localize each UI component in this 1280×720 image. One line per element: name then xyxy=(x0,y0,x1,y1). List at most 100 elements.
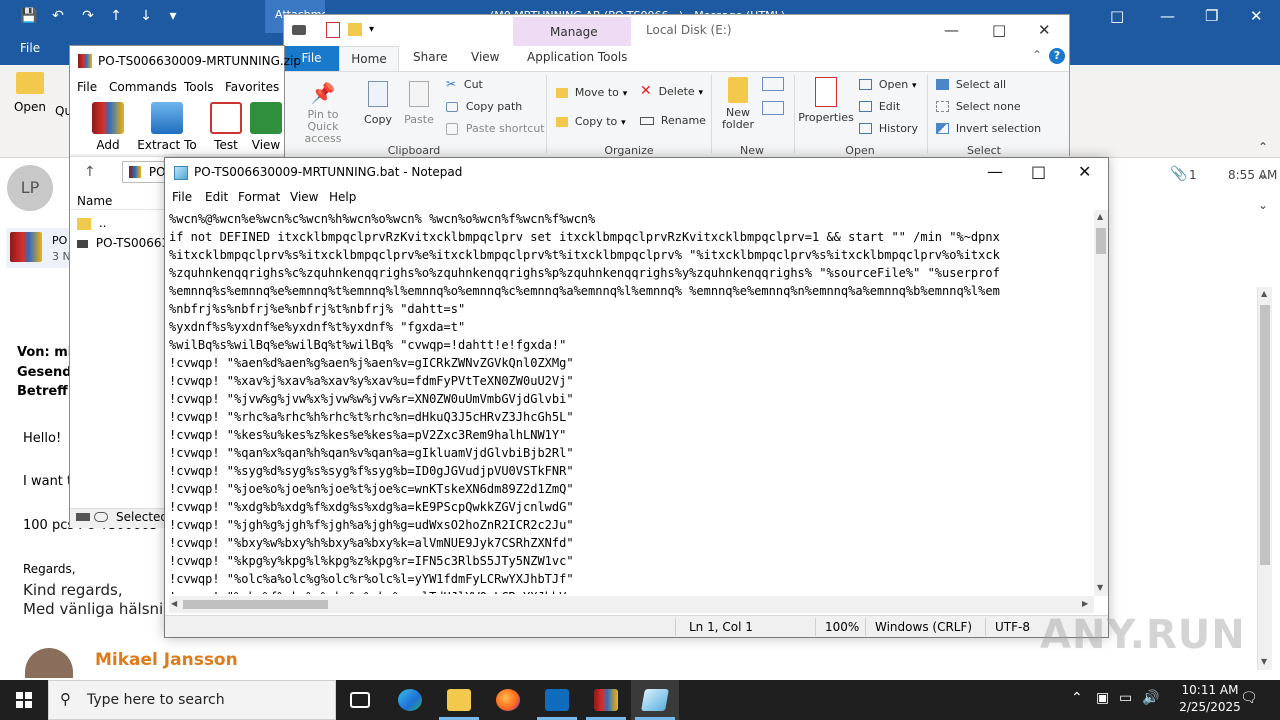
extract-to-button[interactable]: Extract To xyxy=(137,102,197,152)
new-item-icon[interactable] xyxy=(762,77,784,91)
menu-format[interactable]: Format xyxy=(238,190,280,204)
easy-access-icon[interactable] xyxy=(762,101,784,115)
scrollbar-thumb[interactable] xyxy=(1096,228,1106,254)
paste-button[interactable]: Paste xyxy=(402,81,436,126)
menu-file[interactable]: File xyxy=(172,190,192,204)
tab-share[interactable]: Share xyxy=(413,50,448,64)
redo-icon[interactable]: ↷ xyxy=(80,8,96,24)
maximize-icon[interactable]: □ xyxy=(992,21,1006,39)
close-icon[interactable]: ✕ xyxy=(1078,162,1091,181)
invert-selection-button[interactable]: Invert selection xyxy=(936,121,1041,135)
open-label: Open xyxy=(878,78,909,91)
task-view-button[interactable] xyxy=(336,680,384,720)
scroll-right-icon[interactable]: ▶ xyxy=(1082,599,1088,608)
minimize-icon[interactable]: — xyxy=(944,21,959,39)
taskbar-winrar[interactable] xyxy=(582,680,630,720)
notifications-icon[interactable]: 🗨 xyxy=(1240,690,1258,706)
copy-path-button[interactable]: Copy path xyxy=(446,99,522,113)
qat-dropdown-icon[interactable]: ▾ xyxy=(369,24,374,35)
column-header-name[interactable]: Name xyxy=(77,194,112,208)
new-folder-button[interactable]: New folder xyxy=(718,77,758,131)
menu-view[interactable]: View xyxy=(290,190,318,204)
device-icon[interactable]: ▣ xyxy=(1096,690,1109,706)
scroll-down-icon[interactable]: ▼ xyxy=(1261,657,1267,666)
up-arrow-icon[interactable]: ↑ xyxy=(108,8,124,24)
text-line: !cvwqp! "%joe%o%joe%n%joe%t%joe%c=wnKTsk… xyxy=(169,482,574,496)
close-icon[interactable]: ✕ xyxy=(1038,21,1051,39)
clock-time[interactable]: 10:11 AM xyxy=(1170,683,1250,697)
pin-icon: 📌 xyxy=(310,81,336,105)
list-item[interactable]: .. xyxy=(77,216,106,230)
notepad-vertical-scrollbar[interactable]: ▲ ▼ xyxy=(1094,210,1108,596)
tab-view[interactable]: View xyxy=(471,50,499,64)
minimize-icon[interactable]: — xyxy=(987,162,1003,181)
copy-to-button[interactable]: Copy to ▾ xyxy=(556,114,626,128)
select-none-button[interactable]: Select none xyxy=(936,99,1021,113)
up-folder-icon[interactable]: ↑ xyxy=(84,164,96,180)
add-button[interactable]: Add xyxy=(80,102,136,152)
menu-edit[interactable]: Edit xyxy=(205,190,228,204)
menu-commands[interactable]: Commands xyxy=(109,80,177,94)
properties-qat-icon[interactable] xyxy=(326,22,340,38)
outlook-file-tab[interactable]: File xyxy=(20,41,40,55)
outlook-open-button[interactable]: Open xyxy=(10,72,50,114)
edit-button[interactable]: Edit xyxy=(859,99,900,113)
pin-quick-access-button[interactable]: 📌 Pin to Quick access xyxy=(292,81,354,145)
invert-selection-label: Invert selection xyxy=(955,122,1042,135)
tab-application-tools[interactable]: Application Tools xyxy=(527,50,627,64)
test-button[interactable]: Test xyxy=(198,102,254,152)
scrollbar-thumb[interactable] xyxy=(183,600,328,609)
taskbar-notepad[interactable] xyxy=(631,680,679,720)
copy-button[interactable]: Copy xyxy=(362,81,394,126)
menu-favorites[interactable]: Favorites xyxy=(225,80,279,94)
properties-button[interactable]: Properties xyxy=(798,77,854,124)
maximize-icon[interactable]: □ xyxy=(1031,162,1046,181)
save-icon[interactable]: 💾 xyxy=(20,8,37,24)
expand-header-icon[interactable]: ⌄ xyxy=(1258,198,1268,212)
collapse-ribbon-icon[interactable]: ⌃ xyxy=(1258,140,1268,154)
history-button[interactable]: History xyxy=(859,121,918,135)
clock-date[interactable]: 2/25/2025 xyxy=(1170,700,1250,714)
minimize-icon[interactable]: — xyxy=(1160,7,1175,25)
open-button[interactable]: Open ▾ xyxy=(859,77,917,91)
notepad-text-area[interactable]: %wcn%@%wcn%e%wcn%c%wcn%h%wcn%o%wcn% %wcn… xyxy=(169,210,1094,594)
move-to-button[interactable]: Move to ▾ xyxy=(556,85,627,99)
taskbar-edge[interactable] xyxy=(386,680,434,720)
cut-button[interactable]: ✂ Cut xyxy=(446,77,483,91)
down-arrow-icon[interactable]: ↓ xyxy=(138,8,154,24)
taskbar-outlook[interactable] xyxy=(533,680,581,720)
notepad-horizontal-scrollbar[interactable]: ◀ ▶ xyxy=(169,596,1094,613)
show-hidden-icons-icon[interactable]: ⌃ xyxy=(1071,690,1083,706)
view-button[interactable]: View xyxy=(248,102,284,152)
start-button[interactable] xyxy=(0,680,48,720)
menu-tools[interactable]: Tools xyxy=(184,80,214,94)
customize-qat-icon[interactable]: ▾ xyxy=(165,8,181,24)
help-icon[interactable]: ? xyxy=(1049,48,1065,64)
menu-help[interactable]: Help xyxy=(329,190,356,204)
restore-icon[interactable]: ❐ xyxy=(1205,7,1218,25)
collapse-ribbon-icon[interactable]: ⌃ xyxy=(1032,48,1042,62)
menu-file[interactable]: File xyxy=(77,80,97,94)
tab-home[interactable]: Home xyxy=(339,46,399,72)
scroll-left-icon[interactable]: ◀ xyxy=(171,599,177,608)
ribbon-display-icon[interactable]: □ xyxy=(1110,7,1124,25)
scroll-down-icon[interactable]: ▼ xyxy=(1097,583,1103,592)
new-folder-qat-icon[interactable] xyxy=(348,23,362,36)
scrollbar-thumb[interactable] xyxy=(1260,305,1270,565)
taskbar-firefox[interactable] xyxy=(484,680,532,720)
scroll-up-icon[interactable]: ▲ xyxy=(1097,212,1103,221)
text-line: !cvwqp! "%xdg%b%xdg%f%xdg%s%xdg%a=kE9PSc… xyxy=(169,500,574,514)
network-icon[interactable]: ▭ xyxy=(1119,690,1132,706)
delete-button[interactable]: ✕ Delete ▾ xyxy=(640,83,703,99)
scroll-up-icon[interactable]: ▲ xyxy=(1261,289,1267,298)
message-scrollbar[interactable]: ▲ ▼ xyxy=(1257,287,1272,670)
chevron-down-icon[interactable]: ⌄ xyxy=(1258,168,1268,182)
close-icon[interactable]: ✕ xyxy=(1250,7,1263,25)
select-all-button[interactable]: Select all xyxy=(936,77,1006,91)
taskbar-file-explorer[interactable] xyxy=(435,680,483,720)
attachment-tile[interactable]: PO 3 N xyxy=(6,228,76,268)
rename-button[interactable]: Rename xyxy=(640,113,706,127)
volume-icon[interactable]: 🔊 xyxy=(1142,690,1159,706)
paste-shortcut-button[interactable]: Paste shortcut xyxy=(446,121,545,135)
undo-icon[interactable]: ↶ xyxy=(50,8,66,24)
